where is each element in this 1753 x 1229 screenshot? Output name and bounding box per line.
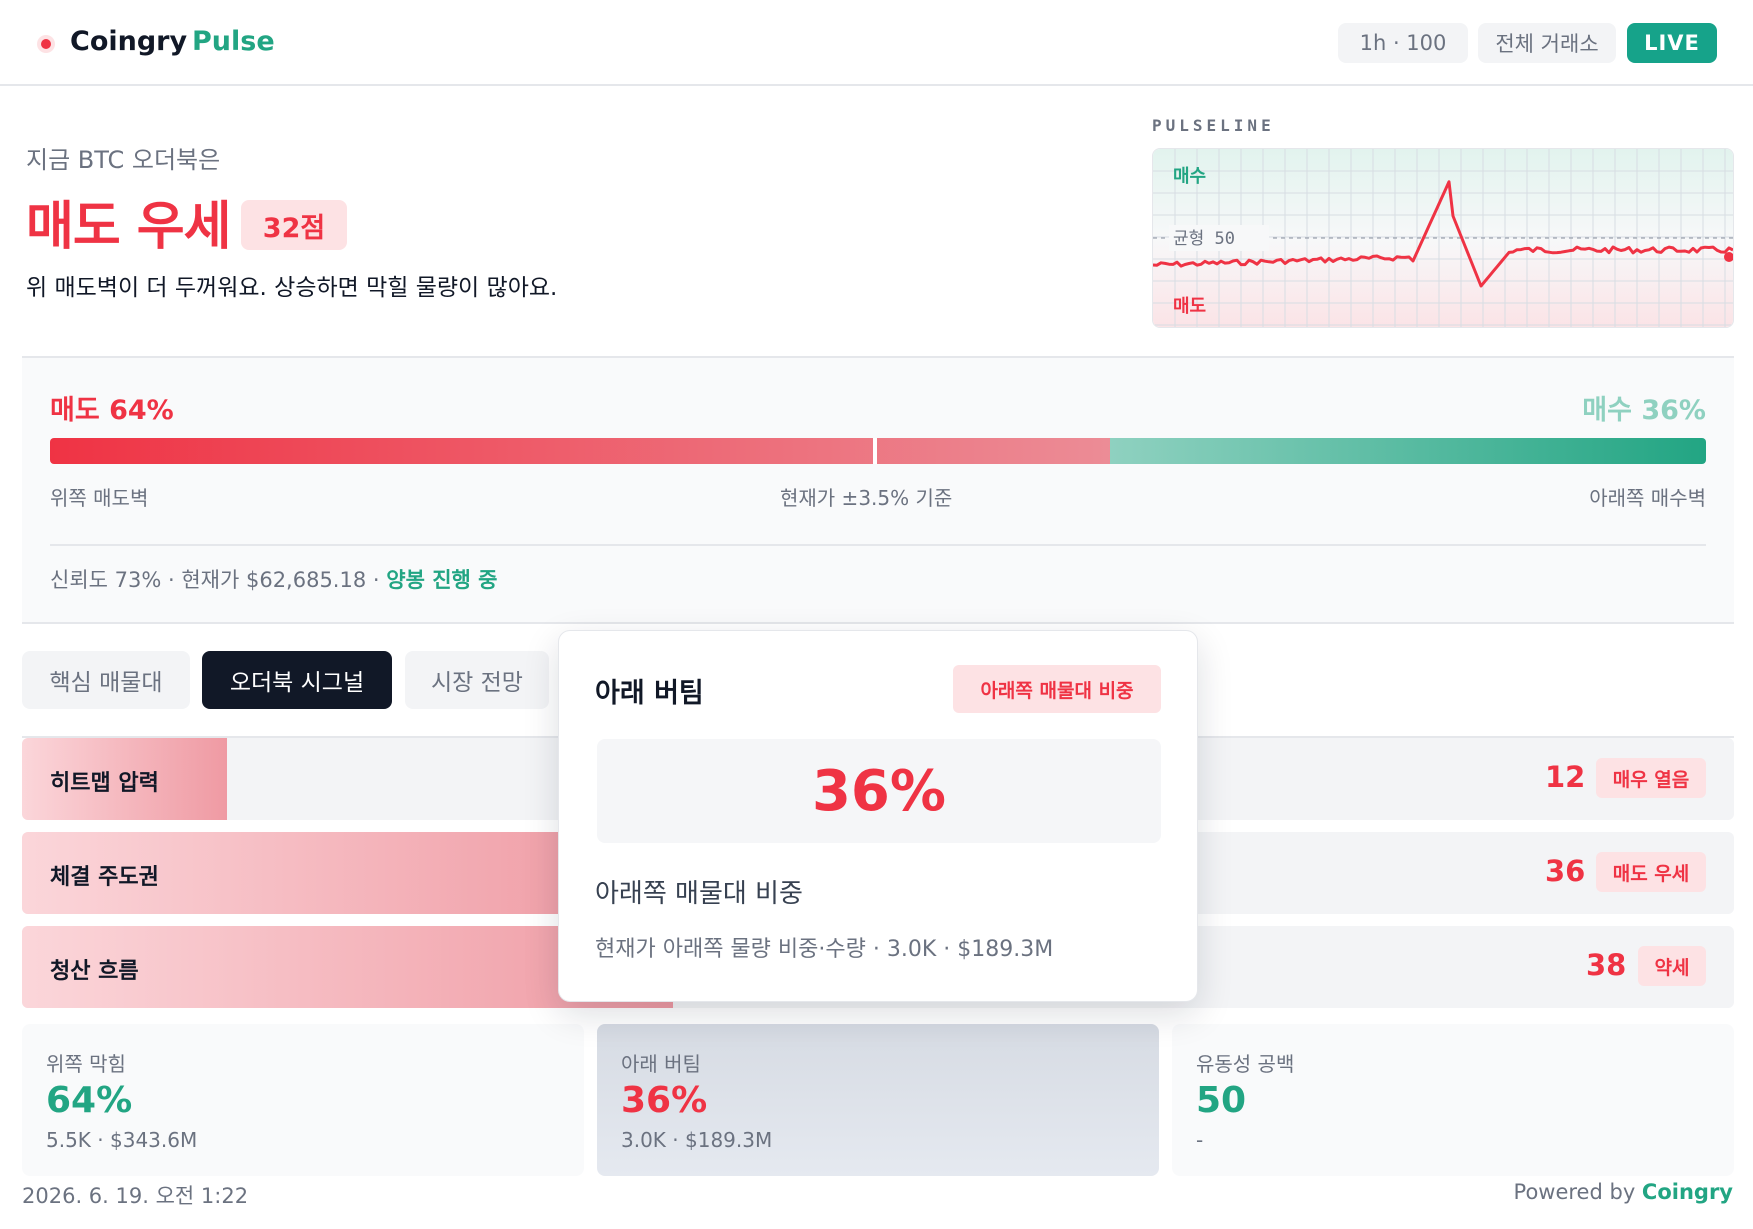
stat-value: 36% [621, 1080, 708, 1121]
tab-orderbook-signal[interactable]: 오더북 시그널 [202, 651, 392, 709]
powered-brand-link[interactable]: Coingry [1642, 1180, 1733, 1204]
score-badge: 32점 [241, 200, 347, 250]
header: Coingry Pulse 1h · 100 전체 거래소 LIVE [0, 0, 1753, 86]
popover-title: 아래 버팀 [595, 678, 704, 709]
left-caption: 위쪽 매도벽 [50, 486, 149, 510]
stat-sub: - [1196, 1128, 1204, 1152]
popover-subtitle: 아래쪽 매물대 비중 [595, 879, 803, 909]
stat-value: 64% [46, 1080, 133, 1121]
stat-title: 유동성 공백 [1196, 1052, 1295, 1076]
exchange-chip[interactable]: 전체 거래소 [1478, 23, 1616, 63]
stat-title: 아래 버팀 [621, 1052, 701, 1076]
signal-name: 히트맵 압력 [50, 771, 159, 796]
signal-value: 12 [1545, 760, 1586, 794]
pulseline-buy-label: 매수 [1173, 166, 1206, 186]
powered-text: Powered by [1513, 1180, 1642, 1204]
pressure-card: 매도 64% 매수 36% 위쪽 매도벽 현재가 ±3.5% 기준 아래쪽 매수… [22, 356, 1734, 624]
signal-name: 체결 주도권 [50, 865, 159, 890]
pulseline-svg: 매수 균형 50 매도 [1153, 149, 1733, 327]
signal-tag: 매우 열음 [1596, 758, 1706, 798]
stat-card-lower-support[interactable]: 아래 버팀 36% 3.0K · $189.3M [597, 1024, 1159, 1176]
stat-card-liquidity-gap[interactable]: 유동성 공백 50 - [1172, 1024, 1734, 1176]
popover-badge: 아래쪽 매물대 비중 [953, 665, 1161, 713]
stat-card-upper-resistance[interactable]: 위쪽 막힘 64% 5.5K · $343.6M [22, 1024, 584, 1176]
signal-tag: 약세 [1638, 946, 1706, 986]
confidence-line: 신뢰도 73% · 현재가 $62,685.18 · 양봉 진행 중 [50, 564, 497, 594]
tab-key-levels[interactable]: 핵심 매물대 [22, 651, 190, 709]
popover-value: 36% [597, 739, 1161, 843]
live-badge[interactable]: LIVE [1627, 23, 1717, 63]
tab-market-outlook[interactable]: 시장 전망 [405, 651, 549, 709]
sell-share-label: 매도 64% [50, 395, 174, 426]
stat-sub: 3.0K · $189.3M [621, 1128, 773, 1152]
stat-value: 50 [1196, 1080, 1247, 1121]
footer-powered: Powered by Coingry [1514, 1180, 1733, 1204]
pulseline-endpoint [1724, 252, 1733, 262]
footer-timestamp: 2026. 6. 19. 오전 1:22 [22, 1184, 249, 1208]
center-caption: 현재가 ±3.5% 기준 [780, 486, 953, 510]
pulseline-chart: 매수 균형 50 매도 [1152, 148, 1734, 328]
candle-status: 양봉 진행 중 [386, 568, 498, 592]
card-divider [50, 544, 1706, 546]
signal-name: 청산 흐름 [50, 959, 139, 984]
brand-accent: Pulse [192, 26, 275, 57]
signal-value: 38 [1586, 948, 1627, 982]
detail-popover: 아래 버팀 아래쪽 매물대 비중 36% 아래쪽 매물대 비중 현재가 아래쪽 … [558, 630, 1198, 1002]
signal-tag: 매도 우세 [1596, 852, 1706, 892]
brand-name: Coingry [70, 26, 188, 57]
pulseline-title: PULSELINE [1152, 116, 1275, 135]
popover-detail: 현재가 아래쪽 물량 비중·수량 · 3.0K · $189.3M [595, 937, 1054, 962]
pulseline-sell-label: 매도 [1173, 296, 1206, 316]
stat-title: 위쪽 막힘 [46, 1052, 126, 1076]
hero-description: 위 매도벽이 더 두꺼워요. 상승하면 막힐 물량이 많아요. [26, 275, 558, 301]
confidence-text: 신뢰도 73% · 현재가 $62,685.18 · [50, 568, 387, 592]
right-caption: 아래쪽 매수벽 [1589, 486, 1706, 510]
pressure-bar-midmark [873, 438, 877, 464]
stat-sub: 5.5K · $343.6M [46, 1128, 198, 1152]
coingry-pulse-page: Coingry Pulse 1h · 100 전체 거래소 LIVE 지금 BT… [0, 0, 1753, 1229]
timeframe-chip[interactable]: 1h · 100 [1338, 23, 1468, 63]
pulseline-balance-label: 균형 50 [1173, 229, 1235, 249]
hero-subtitle: 지금 BTC 오더북은 [26, 146, 221, 174]
buy-share-label: 매수 36% [1582, 395, 1706, 426]
signal-value: 36 [1545, 854, 1586, 888]
live-dot-icon [37, 35, 55, 53]
pressure-bar [50, 438, 1706, 464]
hero-headline: 매도 우세 [26, 197, 231, 257]
